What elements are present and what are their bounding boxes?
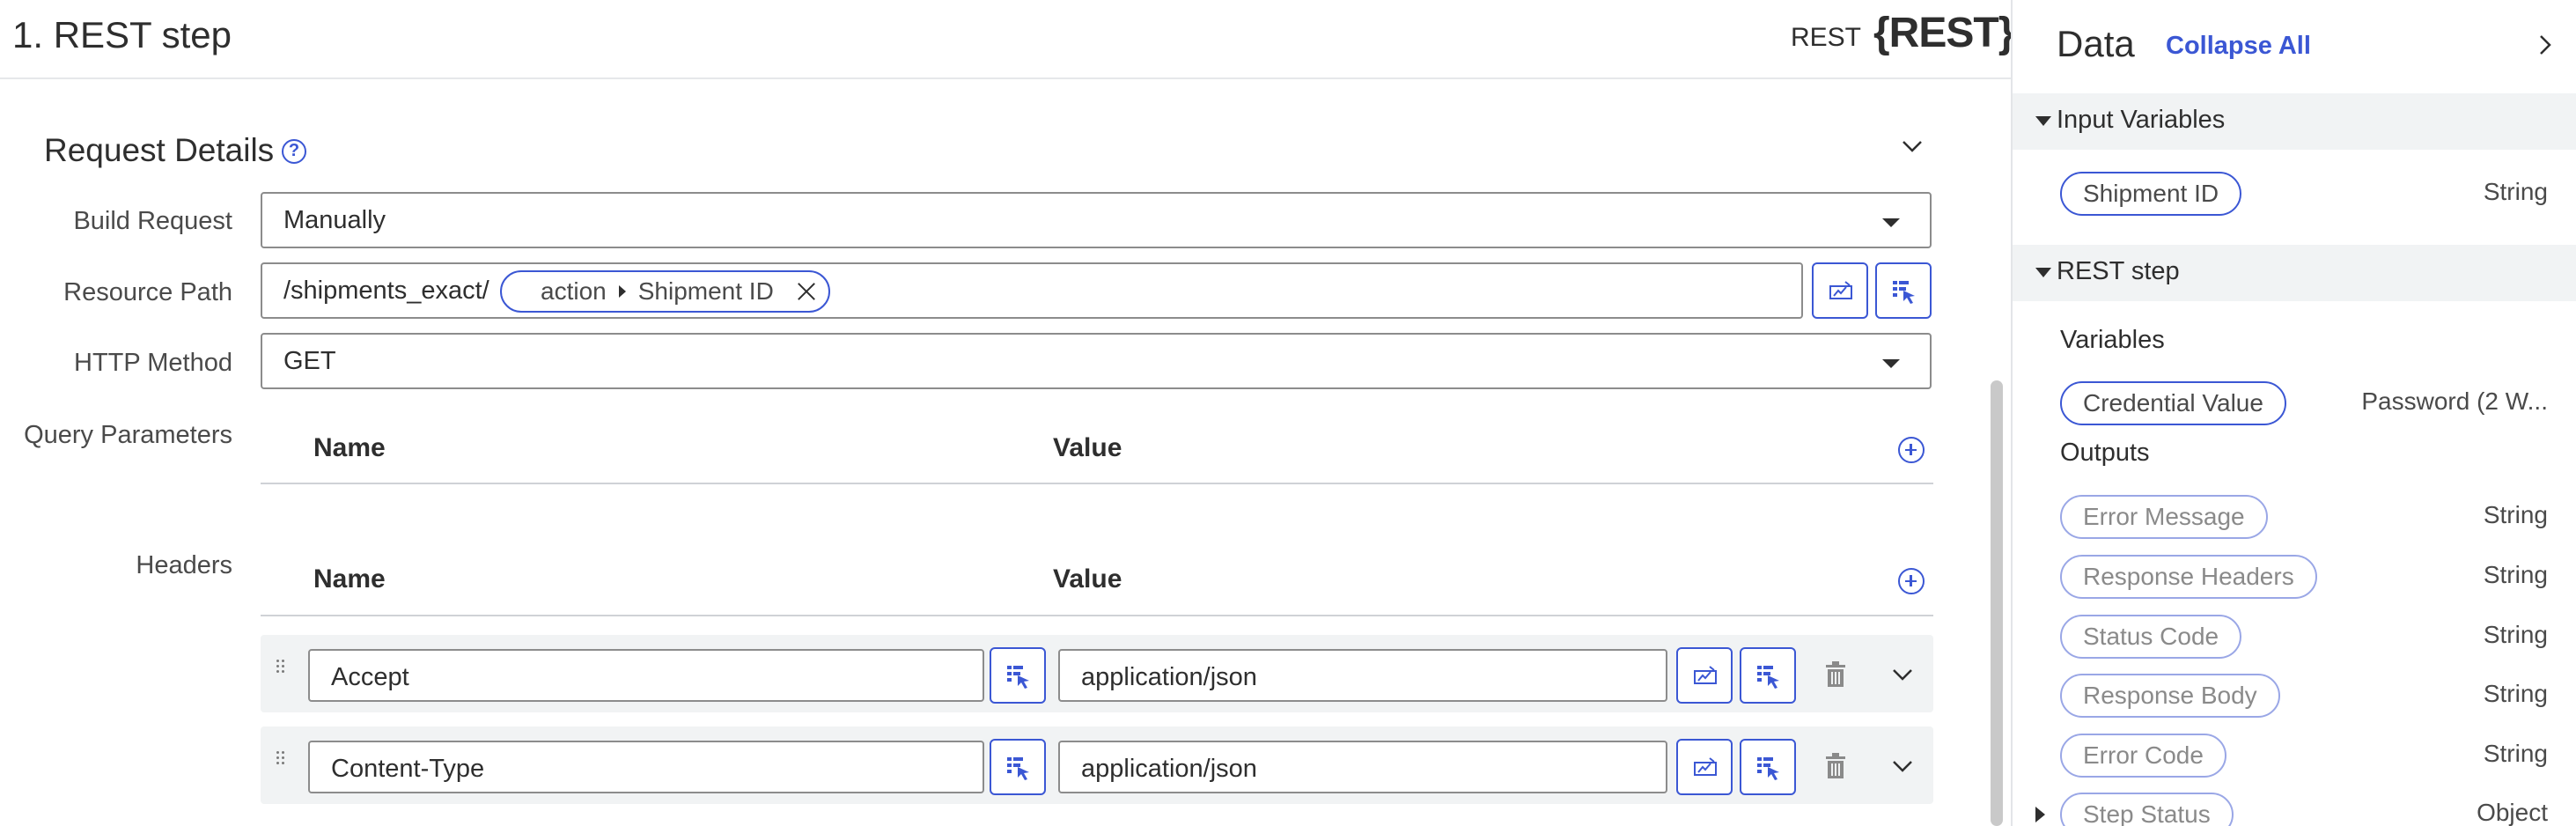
- variables-subgroup-label: Variables: [2060, 326, 2165, 354]
- variable-type: Password (2 W...: [2361, 387, 2548, 415]
- header-row: Content-Type application/json: [261, 726, 1933, 804]
- data-panel: Data Collapse All Input Variables Shipme…: [2011, 0, 2576, 826]
- header-value-input[interactable]: application/json: [1058, 741, 1667, 793]
- data-picker-button[interactable]: [1740, 739, 1796, 795]
- output-pill-error-code[interactable]: Error Code: [2060, 734, 2226, 778]
- output-pill-step-status[interactable]: Step Status: [2060, 793, 2234, 826]
- output-type: String: [2483, 621, 2548, 648]
- output-pill-response-headers[interactable]: Response Headers: [2060, 555, 2317, 599]
- output-type: String: [2483, 501, 2548, 528]
- http-method-value: GET: [283, 347, 336, 375]
- resource-path-prefix: /shipments_exact/: [283, 277, 489, 305]
- step-header: 1. REST step REST {REST}: [0, 0, 2014, 79]
- output-type: Object: [2477, 799, 2548, 826]
- data-panel-title: Data: [2057, 23, 2135, 64]
- divider: [261, 483, 1933, 484]
- output-pill-status-code[interactable]: Status Code: [2060, 615, 2242, 659]
- data-picker-button[interactable]: [1740, 647, 1796, 704]
- build-request-select[interactable]: Manually: [261, 192, 1932, 248]
- trash-icon[interactable]: [1824, 661, 1847, 688]
- output-type: String: [2483, 561, 2548, 588]
- output-type: String: [2483, 680, 2548, 707]
- output-pill-response-body[interactable]: Response Body: [2060, 674, 2280, 718]
- help-icon[interactable]: ?: [282, 139, 306, 164]
- pill-source-label: action: [541, 277, 607, 305]
- formula-editor-button[interactable]: [1676, 739, 1733, 795]
- step-title: 1. REST step: [12, 14, 232, 55]
- caret-down-icon: [2035, 268, 2051, 277]
- dropdown-caret-icon: [1882, 218, 1900, 227]
- scrollbar-thumb[interactable]: [1991, 380, 2003, 826]
- rest-step-group-header[interactable]: REST step: [2013, 245, 2576, 301]
- caret-down-icon: [2035, 116, 2051, 126]
- header-name-input[interactable]: Content-Type: [308, 741, 984, 793]
- output-pill-error-message[interactable]: Error Message: [2060, 495, 2268, 539]
- data-picker-icon: [1007, 757, 1029, 780]
- resource-path-variable-pill[interactable]: action Shipment ID: [500, 270, 830, 313]
- http-method-label: HTTP Method: [74, 349, 232, 377]
- variable-pill-shipment-id[interactable]: Shipment ID: [2060, 172, 2242, 216]
- expand-row-chevron-icon[interactable]: [1888, 751, 1917, 781]
- variable-type: String: [2483, 178, 2548, 205]
- rest-step-editor: 1. REST step REST {REST} Request Details…: [0, 0, 2014, 826]
- input-variables-label: Input Variables: [2057, 106, 2226, 134]
- add-header-icon[interactable]: [1898, 568, 1925, 594]
- expand-row-chevron-icon[interactable]: [1888, 660, 1917, 690]
- breadcrumb-caret-icon: [618, 285, 626, 298]
- header-name-value: Accept: [331, 663, 409, 691]
- formula-icon: [1694, 666, 1717, 684]
- step-type-label: REST: [1791, 23, 1862, 52]
- rest-step-group-label: REST step: [2057, 257, 2180, 285]
- header-row: Accept application/json: [261, 635, 1933, 712]
- data-picker-button[interactable]: [1875, 262, 1932, 319]
- formula-editor-button[interactable]: [1812, 262, 1868, 319]
- data-picker-icon: [1007, 666, 1029, 689]
- headers-value-column-header: Value: [1053, 564, 1122, 594]
- outputs-subgroup-label: Outputs: [2060, 439, 2150, 467]
- output-type: String: [2483, 740, 2548, 767]
- formula-editor-button[interactable]: [1676, 647, 1733, 704]
- drag-handle-icon[interactable]: [276, 660, 287, 677]
- data-picker-button[interactable]: [990, 739, 1046, 795]
- header-name-input[interactable]: Accept: [308, 649, 984, 702]
- data-picker-icon: [1757, 666, 1779, 689]
- variable-pill-credential-value[interactable]: Credential Value: [2060, 381, 2286, 425]
- header-name-value: Content-Type: [331, 755, 485, 783]
- remove-pill-close-icon[interactable]: [795, 280, 818, 303]
- section-collapse-chevron-icon[interactable]: [1896, 130, 1928, 162]
- data-picker-button[interactable]: [990, 647, 1046, 704]
- data-picker-icon: [1893, 281, 1915, 304]
- build-request-label: Build Request: [73, 207, 232, 235]
- rest-logo-icon: {REST}: [1873, 10, 2014, 56]
- header-value-value: application/json: [1081, 663, 1257, 691]
- build-request-value: Manually: [283, 206, 386, 234]
- request-details-title: Request Details: [44, 132, 275, 168]
- add-query-parameter-icon[interactable]: [1898, 437, 1925, 463]
- chevron-right-icon[interactable]: [2532, 32, 2558, 58]
- header-value-value: application/json: [1081, 755, 1257, 783]
- query-name-column-header: Name: [313, 433, 386, 462]
- header-value-input[interactable]: application/json: [1058, 649, 1667, 702]
- resource-path-input[interactable]: /shipments_exact/ action Shipment ID: [261, 262, 1803, 319]
- query-parameters-label: Query Parameters: [24, 421, 232, 449]
- headers-name-column-header: Name: [313, 564, 386, 594]
- data-picker-icon: [1757, 757, 1779, 780]
- caret-right-icon[interactable]: [2035, 807, 2045, 822]
- trash-icon[interactable]: [1824, 753, 1847, 779]
- query-value-column-header: Value: [1053, 433, 1122, 462]
- drag-handle-icon[interactable]: [276, 751, 287, 769]
- collapse-all-link[interactable]: Collapse All: [2166, 32, 2311, 61]
- formula-icon: [1694, 757, 1717, 776]
- formula-icon: [1829, 281, 1852, 299]
- pill-variable-label: Shipment ID: [637, 277, 774, 305]
- divider: [261, 615, 1933, 616]
- dropdown-caret-icon: [1882, 359, 1900, 368]
- input-variables-group-header[interactable]: Input Variables: [2013, 93, 2576, 150]
- resource-path-label: Resource Path: [63, 278, 232, 306]
- http-method-select[interactable]: GET: [261, 333, 1932, 389]
- headers-label: Headers: [136, 551, 232, 579]
